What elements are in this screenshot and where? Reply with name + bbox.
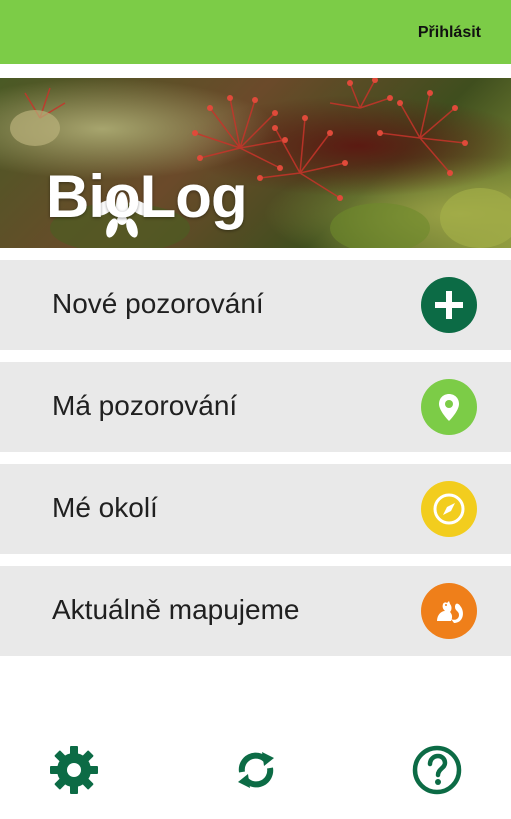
menu-item-label: Aktuálně mapujeme: [52, 594, 300, 625]
login-button[interactable]: Přihlásit: [418, 24, 481, 42]
help-button[interactable]: [411, 744, 463, 796]
menu-item-label: Nové pozorování: [52, 288, 264, 319]
menu-item-new-observation[interactable]: Nové pozorování: [0, 260, 511, 350]
location-pin-icon: [421, 379, 477, 435]
plus-icon: [421, 277, 477, 333]
squirrel-icon: [421, 583, 477, 639]
top-app-bar: Přihlásit: [0, 0, 511, 64]
refresh-icon: [238, 752, 274, 788]
menu-item-my-observations[interactable]: Má pozorování: [0, 362, 511, 452]
menu-item-my-surroundings[interactable]: Mé okolí: [0, 464, 511, 554]
menu-item-currently-mapping[interactable]: Aktuálně mapujeme: [0, 566, 511, 656]
brand-logo-text: BioLog: [46, 163, 248, 230]
compass-icon: [421, 481, 477, 537]
sync-button[interactable]: [230, 744, 282, 796]
settings-button[interactable]: [48, 744, 100, 796]
menu-item-label: Mé okolí: [52, 492, 158, 523]
hero-banner: BioLog: [0, 78, 511, 248]
help-icon: [412, 745, 462, 795]
menu-item-label: Má pozorování: [52, 390, 238, 421]
gear-icon: [50, 746, 98, 794]
